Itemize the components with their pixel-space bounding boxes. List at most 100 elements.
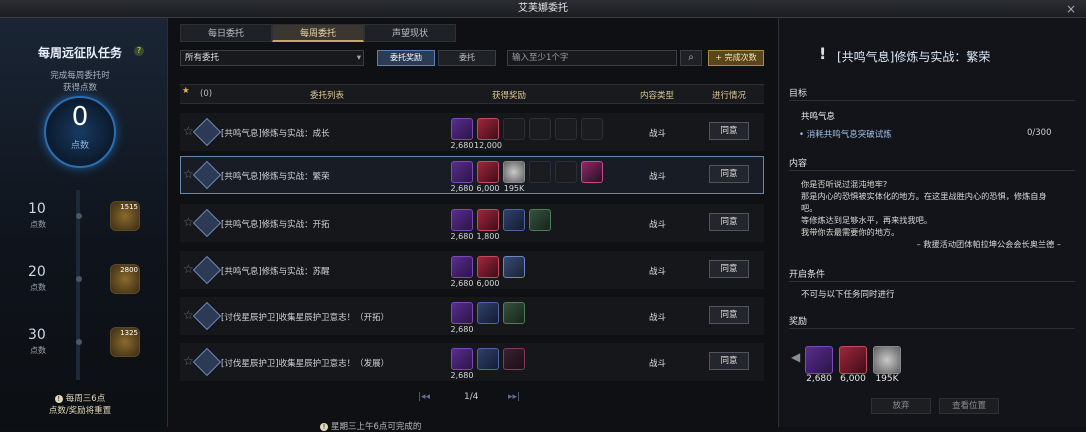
tab-reputation[interactable]: 声望现状: [364, 24, 456, 42]
content-type: 战斗: [649, 172, 667, 182]
desc-line: 等修炼达到足够水平，再来找我吧。: [801, 215, 933, 225]
star-count: (0): [200, 89, 213, 99]
table-row[interactable]: ☆ [共鸣气息]修炼与实战：成长 2,680 12,000 战斗 同意: [180, 113, 764, 151]
commission-filter-select[interactable]: 所有委托 ▾: [180, 50, 364, 66]
weekly-points-panel: 每周远征队任务 ? 完成每周委托时 获得点数 0 点数 10 点数 1515 2…: [0, 18, 168, 427]
accept-button[interactable]: 同意: [709, 306, 749, 324]
reward-chest-icon[interactable]: 1515: [110, 201, 140, 231]
points-value: 0: [71, 102, 89, 132]
notice-text: 星期三上午6点可完成的: [331, 422, 422, 432]
toggle-reward[interactable]: 委托奖励: [377, 50, 435, 66]
milestone-value: 10: [28, 201, 46, 217]
search-input[interactable]: 输入至少1个字: [507, 50, 677, 66]
tab-weekly[interactable]: 每周委托: [272, 24, 364, 42]
red-gem-icon[interactable]: [477, 256, 499, 278]
info-icon: !: [54, 395, 63, 403]
table-row[interactable]: ☆ [讨伐星辰护卫]收集星辰护卫意志！（发展） 2,680 战斗 同意: [180, 343, 764, 381]
reset-line2: 点数/奖励将重置: [48, 406, 112, 416]
weekly-notice: ! 星期三上午6点可完成的: [320, 420, 421, 432]
amethyst-shard-icon[interactable]: [451, 118, 473, 140]
view-location-button[interactable]: 查看位置: [939, 398, 999, 414]
chevron-left-icon[interactable]: ◀: [791, 350, 800, 364]
commission-name: [讨伐星辰护卫]收集星辰护卫意志！（发展）: [221, 359, 390, 369]
milestone-dot: [76, 339, 82, 345]
add-completions-button[interactable]: + 完成次数: [708, 50, 764, 66]
objective-goal: • 消耗共鸣气息突破试炼: [799, 130, 892, 140]
section-conditions: 开启条件: [789, 270, 826, 280]
red-gem-icon[interactable]: [839, 346, 867, 374]
table-row[interactable]: ☆ [共鸣气息]修炼与实战：苏醒 2,680 6,000 战斗 同意: [180, 251, 764, 289]
commission-name: [共鸣气息]修炼与实战：苏醒: [221, 267, 330, 277]
accept-button[interactable]: 同意: [709, 165, 749, 183]
silver-coin-icon[interactable]: [873, 346, 901, 374]
reward-amount: 195K: [875, 374, 899, 384]
weekly-subtitle: 完成每周委托时 获得点数: [0, 70, 160, 94]
table-row[interactable]: ☆ [共鸣气息]修炼与实战：开拓 2,680 1,800 战斗 同意: [180, 204, 764, 242]
info-icon: !: [320, 423, 328, 431]
amethyst-shard-icon[interactable]: [451, 302, 473, 324]
amethyst-shard-icon[interactable]: [451, 256, 473, 278]
objective-progress: 0/300: [1027, 128, 1052, 138]
amethyst-shard-icon[interactable]: [805, 346, 833, 374]
milestone-10: 10 点数 1515: [14, 201, 154, 261]
reward-chest-icon[interactable]: 2800: [110, 264, 140, 294]
reset-line1: 每周三6点: [65, 394, 106, 404]
content-type: 战斗: [649, 220, 667, 230]
section-target: 目标: [789, 89, 808, 99]
chest-item-icon[interactable]: [529, 209, 551, 231]
reward-amount: 12,000: [474, 141, 502, 150]
amethyst-shard-icon[interactable]: [451, 209, 473, 231]
help-icon[interactable]: ?: [134, 46, 144, 56]
accept-button[interactable]: 同意: [709, 260, 749, 278]
first-page-icon[interactable]: |◂◂: [418, 392, 430, 402]
chevron-down-icon: ▾: [356, 53, 361, 63]
crystal-item-icon[interactable]: [503, 209, 525, 231]
close-icon[interactable]: ×: [1066, 0, 1076, 18]
content-type: 战斗: [649, 267, 667, 277]
reward-count: 1515: [120, 203, 138, 211]
search-icon[interactable]: ⌕: [680, 50, 702, 66]
points-unit: 点数: [70, 141, 89, 151]
commission-emblem-icon: [192, 117, 222, 147]
commission-emblem-icon: [192, 347, 222, 377]
star-item-icon[interactable]: [503, 348, 525, 370]
star-filter-icon[interactable]: ★: [182, 86, 190, 96]
reward-chest-icon[interactable]: 1325: [110, 327, 140, 357]
empty-reward-slot: [503, 118, 525, 140]
milestone-unit: 点数: [30, 283, 46, 292]
red-gem-icon[interactable]: [477, 161, 499, 183]
accept-button[interactable]: 同意: [709, 352, 749, 370]
red-gem-icon[interactable]: [477, 209, 499, 231]
divider: [789, 281, 1075, 282]
chest-item-icon[interactable]: [503, 302, 525, 324]
desc-line: 我带你去最需要你的地方。: [801, 227, 900, 237]
accept-button[interactable]: 同意: [709, 213, 749, 231]
condition-text: 不可与以下任务同时进行: [801, 290, 895, 300]
abandon-button[interactable]: 放弃: [871, 398, 931, 414]
amethyst-shard-icon[interactable]: [451, 161, 473, 183]
reward-amount: 2,680: [450, 325, 474, 334]
last-page-icon[interactable]: ▸▸|: [508, 392, 520, 402]
red-gem-icon[interactable]: [477, 118, 499, 140]
crystal-item-icon[interactable]: [477, 302, 499, 324]
commission-name: [共鸣气息]修炼与实战：成长: [221, 129, 330, 139]
reward-amount: 6,000: [476, 279, 500, 288]
pink-arrow-item-icon[interactable]: [581, 161, 603, 183]
silver-coin-icon[interactable]: [503, 161, 525, 183]
content-type: 战斗: [649, 359, 667, 369]
table-row[interactable]: ☆ [讨伐星辰护卫]收集星辰护卫意志！（开拓） 2,680 战斗 同意: [180, 297, 764, 335]
feather-item-icon[interactable]: [503, 256, 525, 278]
toggle-commission[interactable]: 委托: [438, 50, 496, 66]
reset-notice: ! 每周三6点 点数/奖励将重置: [0, 393, 160, 417]
amethyst-shard-icon[interactable]: [451, 348, 473, 370]
divider: [789, 170, 1075, 171]
window-titlebar: 艾芙娜委托 ×: [0, 0, 1086, 18]
tab-daily[interactable]: 每日委托: [180, 24, 272, 42]
commission-name: [讨伐星辰护卫]收集星辰护卫意志！（开拓）: [221, 313, 390, 323]
table-row-selected[interactable]: ☆ [共鸣气息]修炼与实战：繁荣 2,680 6,000 195K 战斗 同意: [180, 156, 764, 194]
crystal-item-icon[interactable]: [477, 348, 499, 370]
milestone-value: 20: [28, 264, 46, 280]
accept-button[interactable]: 同意: [709, 122, 749, 140]
milestone-dot: [76, 213, 82, 219]
milestone-unit: 点数: [30, 220, 46, 229]
